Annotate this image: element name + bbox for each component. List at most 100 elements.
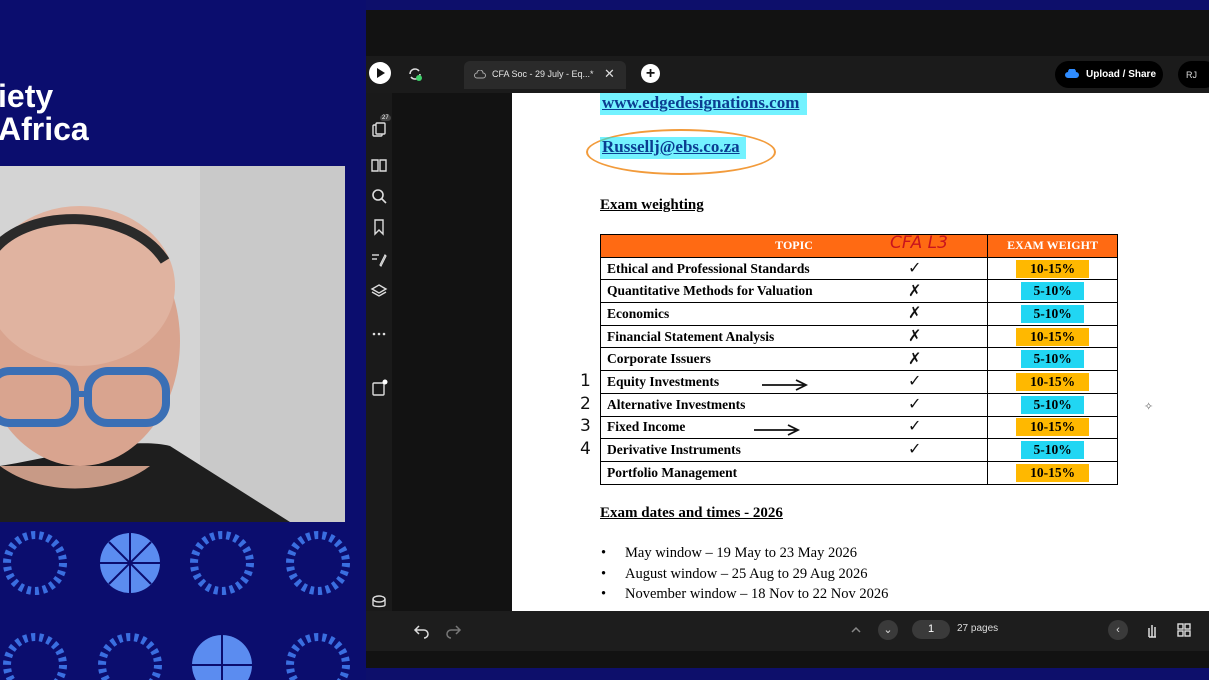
email-link[interactable]: Russellj@ebs.co.za — [600, 137, 746, 159]
weight-cell: 10-15% — [1016, 372, 1090, 391]
table-header-row: TOPIC EXAM WEIGHT — [599, 234, 1118, 258]
table-row: Derivative Instruments 5-10% — [599, 438, 1118, 462]
weight-cell: 5-10% — [1021, 304, 1084, 323]
upload-share-label: Upload / Share — [1086, 69, 1157, 80]
topic-cell: Quantitative Methods for Valuation — [599, 279, 989, 304]
weight-cell: 10-15% — [1016, 463, 1090, 482]
clipboard-icon[interactable] — [370, 379, 388, 397]
annotation-number: 4 — [580, 439, 591, 459]
weight-cell-wrap: 10-15% — [987, 256, 1118, 281]
exam-dates-list: May window – 19 May to 23 May 2026 Augus… — [601, 545, 888, 607]
topic-cell: Financial Statement Analysis — [599, 324, 989, 349]
topic-cell: Portfolio Management — [599, 460, 989, 485]
weight-cell: 10-15% — [1016, 259, 1090, 278]
header-exam-weight: EXAM WEIGHT — [987, 234, 1118, 258]
weight-cell: 5-10% — [1021, 395, 1084, 414]
grid-view-icon[interactable] — [1175, 621, 1193, 639]
user-avatar[interactable]: RJ — [1178, 61, 1209, 88]
annotation-mark: ✗ — [908, 326, 922, 345]
upload-share-button[interactable]: Upload / Share — [1055, 61, 1163, 88]
cloud-icon — [474, 70, 486, 79]
screen: iety Africa CFA Soc - 29 July - Eq...* ✕… — [0, 0, 1209, 680]
weight-cell: 5-10% — [1021, 441, 1084, 460]
pages-icon[interactable] — [370, 121, 388, 139]
topic-cell: Corporate Issuers — [599, 347, 989, 372]
avatar-initials: RJ — [1186, 70, 1197, 80]
annotation-cfa-l3: CFA L3 — [890, 233, 948, 253]
chevron-up-icon[interactable] — [847, 621, 865, 639]
weight-cell-wrap: 5-10% — [987, 279, 1118, 304]
layers-icon[interactable] — [370, 282, 388, 300]
chevron-down-icon[interactable]: ⌄ — [878, 620, 898, 640]
weight-cell-wrap: 5-10% — [987, 302, 1118, 326]
table-row: Ethical and Professional Standards 10-15% — [599, 256, 1118, 281]
table-row: Corporate Issuers 5-10% — [599, 347, 1118, 372]
topic-cell: Ethical and Professional Standards — [599, 256, 989, 281]
table-row: Equity Investments 10-15% — [599, 370, 1118, 394]
weight-cell: 5-10% — [1021, 350, 1084, 369]
undo-icon[interactable] — [413, 621, 431, 639]
table-row: Financial Statement Analysis 10-15% — [599, 324, 1118, 349]
topic-cell: Economics — [599, 302, 989, 326]
exam-weighting-table: TOPIC EXAM WEIGHT Ethical and Profession… — [599, 234, 1118, 485]
tab-title: CFA Soc - 29 July - Eq...* — [492, 69, 594, 79]
table-row: Portfolio Management 10-15% — [599, 460, 1118, 485]
annotation-mark: ✓ — [908, 416, 922, 435]
weight-cell-wrap: 10-15% — [987, 415, 1118, 440]
more-icon[interactable] — [370, 325, 388, 343]
pages-badge: 27 — [380, 115, 391, 121]
annotation-mark: ✗ — [908, 349, 922, 368]
new-tab-button[interactable]: + — [641, 64, 660, 83]
brand-line-2: Africa — [0, 111, 89, 147]
annotation-mark: ✗ — [908, 281, 922, 300]
hand-tool-icon[interactable] — [1143, 621, 1161, 639]
topic-cell: Alternative Investments — [599, 392, 989, 417]
annotation-mark: ✓ — [908, 258, 922, 277]
brand-line-1: iety — [0, 78, 54, 114]
app-logo-button[interactable] — [369, 62, 391, 84]
viewer-bottombar: ⌄ 1 27 pages ‹ — [366, 611, 1209, 651]
tab-close-icon[interactable]: ✕ — [604, 66, 615, 82]
annotation-number: 3 — [580, 416, 591, 436]
page-number-input[interactable]: 1 — [912, 620, 950, 639]
arrow-annotation-equity — [762, 379, 809, 391]
pdf-viewer-window: CFA Soc - 29 July - Eq...* ✕ + Upload / … — [366, 10, 1209, 668]
viewer-topbar: CFA Soc - 29 July - Eq...* ✕ + Upload / … — [366, 56, 1209, 93]
bookmark-icon[interactable] — [370, 218, 388, 236]
cursor-crosshair-icon: ✧ — [1144, 401, 1154, 413]
upload-cloud-icon — [1065, 69, 1079, 78]
weight-cell: 5-10% — [1021, 282, 1084, 301]
topic-cell: Derivative Instruments — [599, 438, 989, 462]
weight-cell-wrap: 10-15% — [987, 370, 1118, 394]
table-row: Fixed Income 10-15% — [599, 415, 1118, 440]
list-item: May window – 19 May to 23 May 2026 — [601, 545, 888, 566]
sync-icon[interactable] — [406, 65, 424, 83]
exam-weighting-heading: Exam weighting — [600, 197, 704, 213]
stack-icon[interactable] — [370, 593, 388, 611]
page-count: 27 pages — [957, 623, 999, 634]
document-gutter — [392, 93, 512, 611]
redo-icon[interactable] — [444, 621, 462, 639]
annotation-mark: ✗ — [908, 303, 922, 322]
annotate-icon[interactable] — [370, 250, 388, 268]
brand-logo-text: iety Africa — [0, 80, 89, 146]
tab-document[interactable]: CFA Soc - 29 July - Eq...* ✕ — [464, 61, 626, 89]
brand-panel: iety Africa — [0, 0, 366, 680]
weight-cell-wrap: 5-10% — [987, 438, 1118, 462]
annotation-number: 1 — [580, 371, 591, 391]
webcam-feed — [0, 166, 345, 522]
website-link[interactable]: www.edgedesignations.com — [600, 93, 808, 115]
list-item: August window – 25 Aug to 29 Aug 2026 — [601, 566, 888, 587]
weight-cell-wrap: 10-15% — [987, 324, 1118, 349]
annotation-number: 2 — [580, 394, 591, 414]
tool-rail: 27 — [366, 93, 392, 651]
weight-cell: 10-15% — [1016, 418, 1090, 437]
book-icon[interactable] — [370, 156, 388, 174]
table-row: Quantitative Methods for Valuation 5-10% — [599, 279, 1118, 304]
weight-cell-wrap: 5-10% — [987, 392, 1118, 417]
exam-dates-heading: Exam dates and times - 2026 — [600, 505, 783, 521]
table-row: Economics 5-10% — [599, 302, 1118, 326]
search-icon[interactable] — [370, 187, 388, 205]
chevron-left-icon[interactable]: ‹ — [1108, 620, 1128, 640]
weight-cell: 10-15% — [1016, 327, 1090, 346]
